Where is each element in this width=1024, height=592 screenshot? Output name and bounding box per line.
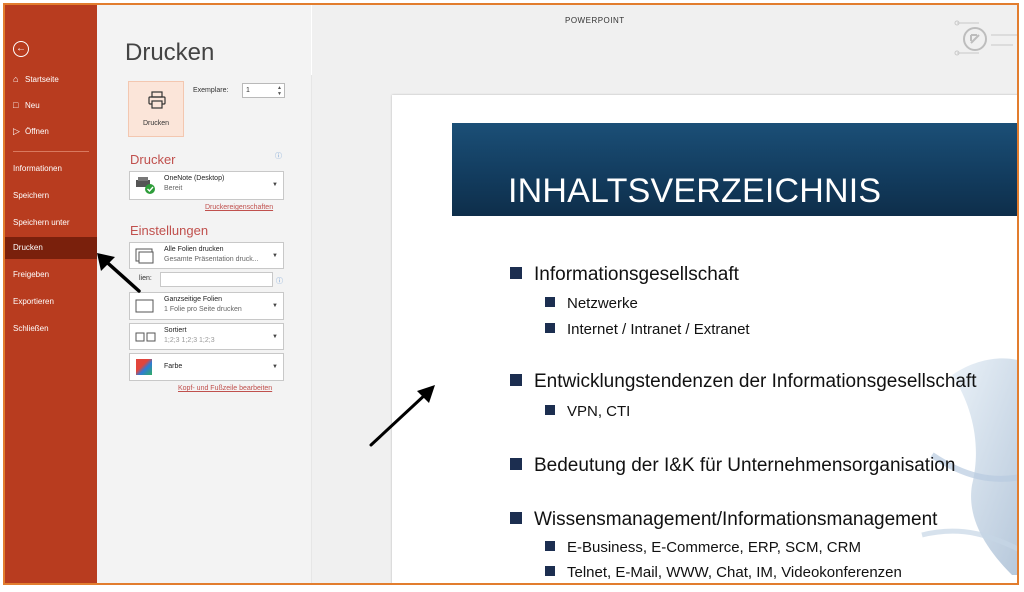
folder-icon: ▷ [13,126,20,136]
sidebar-item-exportieren[interactable]: Exportieren [5,291,97,313]
chevron-down-icon: ▼ [272,303,278,309]
bullet-square-icon [510,267,522,279]
print-range-sub: Gesamte Präsentation druck... [164,256,259,263]
bullet-square-icon [545,323,555,333]
printer-status-icon [136,177,155,194]
bullet-text: Informationsgesellschaft [534,264,739,285]
copies-value: 1 [246,87,250,94]
slide-sub-bullet: Netzwerke [545,295,638,312]
printer-name: OneNote (Desktop) [164,175,225,182]
bullet-text: Telnet, E-Mail, WWW, Chat, IM, Videokonf… [567,564,902,581]
home-icon: ⌂ [13,74,19,84]
sidebar-item-drucken[interactable]: Drucken [5,237,97,259]
copies-label: Exemplare: [193,87,229,94]
layout-select[interactable]: Ganzseitige Folien 1 Folie pro Seite dru… [129,292,284,320]
collate-title: Sortiert [164,327,187,334]
sidebar-item-label: Neu [25,101,40,110]
printer-select[interactable]: OneNote (Desktop) Bereit ▼ [129,171,284,200]
print-button[interactable]: Drucken [128,81,184,137]
bullet-square-icon [545,541,555,551]
sidebar-item-schliessen[interactable]: Schließen [5,318,97,340]
sidebar-item-label: Drucken [13,243,43,252]
slide-sub-bullet: E-Business, E-Commerce, ERP, SCM, CRM [545,539,861,556]
collate-select[interactable]: Sortiert 1;2;3 1;2;3 1;2;3 ▼ [129,323,284,350]
bullet-text: Entwicklungstendenzen der Informationsge… [534,371,977,392]
collate-icon [135,332,156,342]
bullet-square-icon [510,458,522,470]
bullet-square-icon [510,374,522,386]
new-file-icon: □ [13,100,19,110]
layout-sub: 1 Folie pro Seite drucken [164,306,242,313]
bullet-square-icon [510,512,522,524]
print-range-title: Alle Folien drucken [164,246,224,253]
info-icon[interactable]: ⓘ [275,151,282,161]
screenshot-frame: ← ⌂ Startseite □ Neu ▷ Öffnen Informationen… [3,3,1019,585]
bullet-square-icon [545,566,555,576]
annotation-arrow-icon [97,253,141,293]
slide-sub-bullet: Internet / Intranet / Extranet [545,321,750,338]
color-title: Farbe [164,363,183,370]
decorative-circuit-icon [954,20,1017,56]
collate-sub: 1;2;3 1;2;3 1;2;3 [164,337,215,344]
slide-bullet: Informationsgesellschaft [510,264,739,286]
info-icon[interactable]: ⓘ [276,276,283,286]
sidebar-item-freigeben[interactable]: Freigeben [5,264,97,286]
slide-sub-bullet: VPN, CTI [545,403,630,420]
sidebar-divider [13,151,89,152]
print-button-label: Drucken [142,120,170,127]
page-title: Drucken [125,39,215,66]
slide-bullet: Entwicklungstendenzen der Informationsge… [510,371,977,393]
slide-sub-bullet: Telnet, E-Mail, WWW, Chat, IM, Videokonf… [545,564,902,581]
slide-bullet: Bedeutung der I&K für Unternehmensorgani… [510,455,955,477]
app-title: POWERPOINT [565,16,625,25]
sidebar-item-label: Speichern unter [13,218,70,227]
sidebar-item-label: Exportieren [13,297,54,306]
chevron-down-icon: ▼ [272,253,278,259]
sidebar-item-speichern-unter[interactable]: Speichern unter [5,212,97,234]
header-footer-link[interactable]: Kopf- und Fußzeile bearbeiten [178,385,272,392]
sidebar-item-label: Startseite [25,75,59,84]
settings-heading: Einstellungen [130,223,209,238]
sidebar-item-neu[interactable]: □ Neu [5,94,97,116]
sidebar-item-informationen[interactable]: Informationen [5,158,97,180]
slides-input[interactable] [160,272,273,287]
bullet-text: E-Business, E-Commerce, ERP, SCM, CRM [567,539,861,556]
color-swatch-icon [136,359,152,375]
bullet-text: Internet / Intranet / Extranet [567,321,750,338]
annotation-arrow-icon [369,385,435,447]
color-select[interactable]: Farbe ▼ [129,353,284,381]
sidebar-item-label: Freigeben [13,270,50,279]
bullet-square-icon [545,405,555,415]
printer-heading: Drucker [130,152,176,167]
sidebar-item-label: Speichern [13,191,50,200]
bullet-text: Bedeutung der I&K für Unternehmensorgani… [534,455,956,476]
bullet-text: VPN, CTI [567,403,631,420]
back-arrow-icon[interactable]: ← [13,41,29,57]
chevron-down-icon: ▼ [272,364,278,370]
bullet-text: Netzwerke [567,295,638,312]
copies-input[interactable]: 1 ▲ ▼ [242,83,285,98]
slide-bullet: Wissensmanagement/Informationsmanagement [510,509,937,531]
printer-status: Bereit [164,185,183,192]
full-page-slide-icon [135,299,154,313]
layout-title: Ganzseitige Folien [164,296,222,303]
sidebar-item-label: Informationen [13,164,62,173]
printer-properties-link[interactable]: Druckereigenschaften [205,204,273,211]
backstage-sidebar: ← ⌂ Startseite □ Neu ▷ Öffnen Informationen… [5,5,97,583]
chevron-down-icon: ▼ [272,182,278,188]
sidebar-item-label: Öffnen [25,127,49,136]
bullet-square-icon [545,297,555,307]
sidebar-item-startseite[interactable]: ⌂ Startseite [5,68,97,90]
sidebar-item-label: Schließen [13,324,49,333]
sidebar-item-speichern[interactable]: Speichern [5,185,97,207]
slide-title: INHALTSVERZEICHNIS [508,172,882,210]
copies-stepper[interactable]: ▲ ▼ [277,85,282,97]
printer-icon [148,91,166,109]
bullet-text: Wissensmanagement/Informationsmanagement [534,509,938,530]
sidebar-item-oeffnen[interactable]: ▷ Öffnen [5,120,97,142]
chevron-down-icon: ▼ [272,334,278,340]
print-range-select[interactable]: Alle Folien drucken Gesamte Präsentation… [129,242,284,269]
